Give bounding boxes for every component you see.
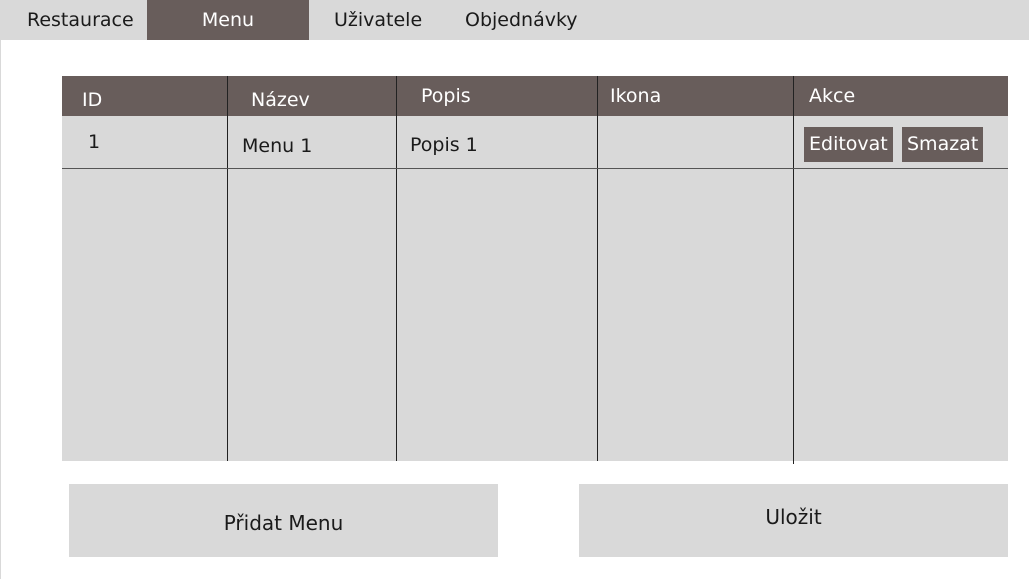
delete-button[interactable]: Smazat xyxy=(902,127,984,162)
column-header-description: Popis xyxy=(421,85,471,107)
add-menu-button[interactable]: Přidat Menu xyxy=(69,484,498,557)
cell-description: Popis 1 xyxy=(410,134,478,156)
column-divider xyxy=(597,76,598,461)
menu-table: ID Název Popis Ikona Akce 1 Menu 1 Popis… xyxy=(62,76,1008,464)
page-edge xyxy=(0,0,1,579)
column-header-id: ID xyxy=(82,89,103,111)
nav-item-menu[interactable]: Menu xyxy=(147,0,309,40)
cell-id: 1 xyxy=(88,131,101,153)
nav-item-restaurace[interactable]: Restaurace xyxy=(27,0,134,40)
nav-item-uzivatele[interactable]: Uživatele xyxy=(334,0,422,40)
edit-button[interactable]: Editovat xyxy=(804,127,893,162)
save-button[interactable]: Uložit xyxy=(579,484,1008,557)
column-header-name: Název xyxy=(251,89,310,111)
column-header-actions: Akce xyxy=(809,85,856,107)
nav-item-objednavky[interactable]: Objednávky xyxy=(465,0,578,40)
cell-name: Menu 1 xyxy=(242,135,313,157)
table-header: ID Název Popis Ikona Akce xyxy=(62,76,1008,116)
top-nav: Restaurace Menu Uživatele Objednávky xyxy=(0,0,1029,40)
column-divider xyxy=(396,76,397,461)
row-divider xyxy=(62,168,1008,169)
column-header-icon: Ikona xyxy=(610,85,662,107)
column-divider xyxy=(793,76,794,464)
column-divider xyxy=(227,76,228,461)
